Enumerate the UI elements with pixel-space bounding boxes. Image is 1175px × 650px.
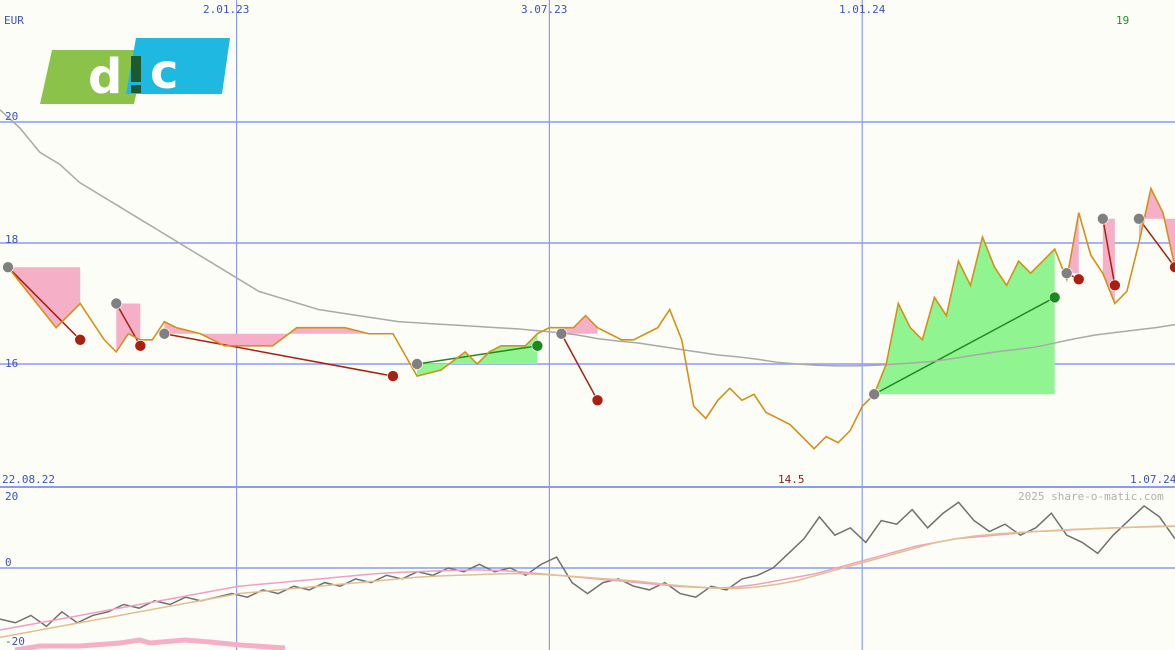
indicator-line <box>0 501 1175 628</box>
indicator-panel <box>0 501 1175 650</box>
trade-connector <box>560 333 599 401</box>
currency-label: EUR <box>4 14 24 27</box>
signal-marker-buy <box>1048 291 1061 304</box>
signal-marker-neutral <box>1060 267 1073 280</box>
x-tick-label: 2.01.23 <box>203 3 250 16</box>
logo-letter-c: c <box>150 44 178 100</box>
last-price-label: 19 <box>1116 14 1130 27</box>
signal-marker-sell <box>74 333 86 346</box>
watermark: 2025 share-o-matic.com <box>1018 490 1164 503</box>
signal-marker-sell <box>387 370 399 382</box>
date-end-label: 1.07.24 <box>1130 473 1175 486</box>
signal-marker-sell <box>591 394 604 407</box>
indicator-y-tick-label: 0 <box>5 556 12 569</box>
logo: dc <box>40 38 230 105</box>
signal-marker-sell <box>134 340 147 352</box>
signal-marker-neutral <box>2 261 14 274</box>
signal-marker-neutral <box>110 297 123 310</box>
trade-fill <box>8 267 81 328</box>
chart-canvas: dc <box>0 0 1175 650</box>
logo-letter-d: d <box>88 49 122 105</box>
signal-marker-neutral <box>411 358 423 370</box>
trade-fill <box>874 236 1055 395</box>
logo-dot <box>131 85 141 93</box>
signal-marker-neutral <box>868 388 881 401</box>
trade-fill-areas <box>7 188 1175 401</box>
chart-root: dc EUR 19 14.5 22.08.22 1.07.24 2025 sha… <box>0 0 1175 650</box>
indicator-signal-tan <box>0 525 1175 639</box>
x-tick-label: 3.07.23 <box>521 3 568 16</box>
signal-marker-neutral <box>555 327 568 340</box>
y-tick-label: 18 <box>5 233 19 246</box>
signal-marker-neutral <box>1097 213 1109 225</box>
logo-bar <box>131 56 141 82</box>
y-tick-label: 16 <box>5 357 19 370</box>
date-start-label: 22.08.22 <box>2 473 55 486</box>
signal-marker-sell <box>1109 279 1121 292</box>
signal-marker-neutral <box>158 327 171 340</box>
signal-marker-sell <box>1072 273 1085 286</box>
x-tick-label: 1.01.24 <box>839 3 886 16</box>
indicator-y-tick-label: 20 <box>5 490 19 503</box>
min-price-label: 14.5 <box>778 473 805 486</box>
y-tick-label: 20 <box>5 110 19 123</box>
signal-marker-sell <box>1169 261 1175 273</box>
indicator-y-tick-label: -20 <box>5 635 25 648</box>
signal-marker-neutral <box>1133 213 1145 225</box>
signal-marker-buy <box>531 340 544 352</box>
trade-fill <box>561 315 598 334</box>
indicator-histogram <box>14 637 286 650</box>
